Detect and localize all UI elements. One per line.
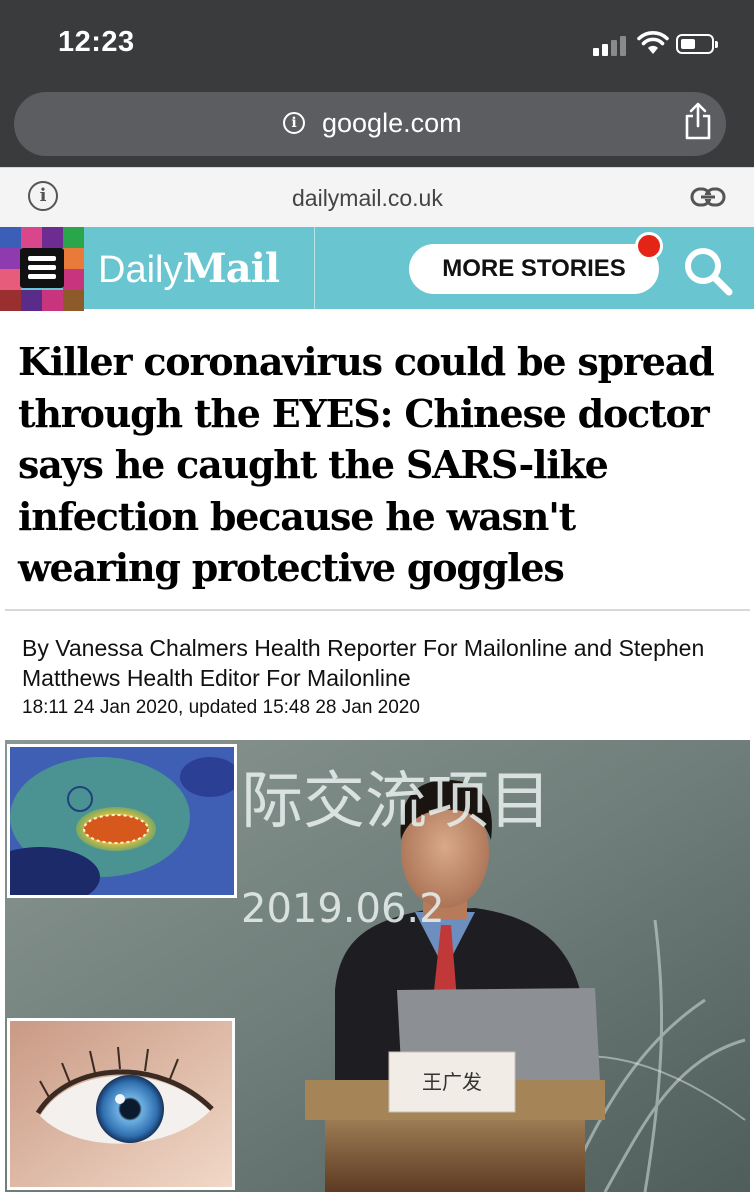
battery-icon (676, 34, 718, 54)
article-dateline: 18:11 24 Jan 2020, updated 15:48 28 Jan … (22, 697, 420, 718)
nameplate-text: 王广发 (422, 1070, 482, 1094)
header-divider (314, 227, 315, 309)
link-icon[interactable] (690, 186, 726, 208)
cellular-signal-icon (593, 34, 629, 56)
address-text[interactable]: google.com (322, 108, 462, 139)
info-icon[interactable]: i (283, 112, 305, 134)
site-domain[interactable]: dailymail.co.uk (292, 185, 443, 212)
more-stories-button[interactable]: MORE STORIES (409, 244, 659, 294)
article-byline: By Vanessa Chalmers Health Reporter For … (22, 635, 705, 691)
article-image[interactable]: 王广发 际交流项目 2019.06.2 (5, 740, 750, 1192)
share-icon[interactable] (683, 102, 713, 140)
notification-dot (635, 232, 663, 260)
site-info-icon[interactable]: i (28, 181, 58, 211)
article-headline: Killer coronavirus could be spread throu… (18, 339, 715, 590)
virus-micrograph-inset (7, 744, 237, 898)
search-icon[interactable] (682, 245, 734, 297)
banner-text: 际交流项目 (241, 764, 551, 837)
status-time: 12:23 (58, 26, 135, 58)
wifi-icon (637, 31, 669, 54)
eye-closeup-inset (7, 1018, 235, 1190)
headline-divider (5, 609, 750, 611)
menu-button[interactable] (20, 248, 64, 288)
logo-mail: Mail (182, 245, 280, 292)
status-bar: 12:23 (0, 0, 754, 85)
logo-daily: Daily (98, 249, 183, 291)
banner-date: 2019.06.2 (241, 886, 445, 932)
daily-mail-logo[interactable]: DailyMail (98, 245, 280, 292)
